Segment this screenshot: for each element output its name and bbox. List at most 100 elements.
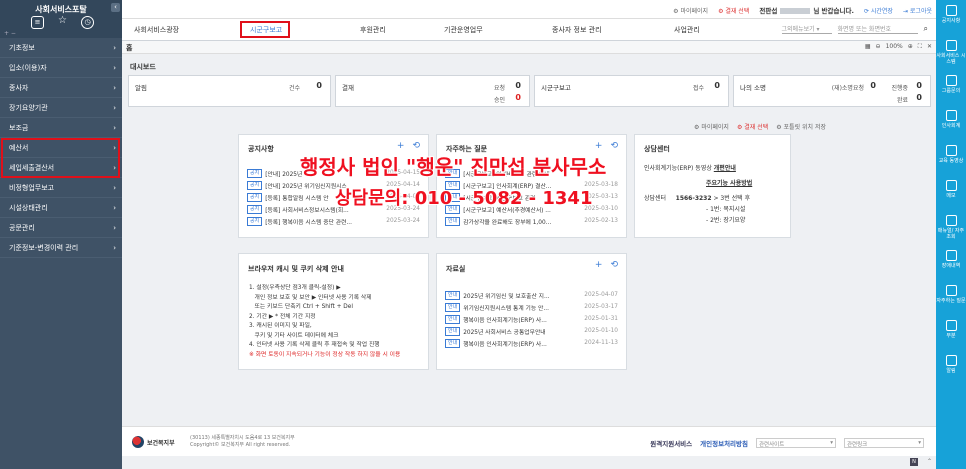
util-mypage[interactable]: ⚙ 마이페이지 bbox=[694, 122, 729, 131]
mypage-link[interactable]: ⚙ 마이페이지 bbox=[673, 6, 708, 15]
my-explanation-box[interactable]: 나의 소명 (재)소명요청 0 진행중 0 완료 0 bbox=[733, 75, 931, 107]
data-room-card: 자료실 + ⟲ 안내 2025년 위기임신 및 보호출산 지... 2025-04-0… bbox=[436, 253, 627, 370]
sidebar-item[interactable]: 장기요양기관 › bbox=[0, 98, 122, 118]
quick-menu-item[interactable]: 교육 동영상 bbox=[936, 145, 966, 164]
report-received-label: 접수 bbox=[692, 85, 704, 92]
zoom-out-icon[interactable]: ⊖ bbox=[876, 43, 881, 51]
privacy-policy-link[interactable]: 개인정보처리방침 bbox=[700, 438, 748, 448]
list-item[interactable]: 안내 2025년 사회서비스 공통업무안내 2025-01-10 bbox=[445, 325, 618, 337]
nav-item-social-plaza[interactable]: 사회서비스광장 bbox=[134, 25, 179, 35]
quick-menu-item[interactable]: 자주하는 질문 bbox=[936, 285, 966, 304]
quick-menu-item[interactable]: 인사회계 bbox=[936, 110, 966, 129]
instruction-line: 또는 키보드 단축키 Ctrl + Shift + Del bbox=[249, 304, 353, 310]
nav-item-business[interactable]: 사업관리 bbox=[674, 25, 700, 35]
quick-menu-item[interactable]: 공지사항 bbox=[936, 5, 966, 24]
session-extend-button[interactable]: ⟳ 시간연장 bbox=[864, 6, 893, 15]
consult-card: 상담센터 인사회계기능(ERP) 동영상 개편안내 주요기능 사용방법 상담센터… bbox=[634, 134, 791, 238]
menu-select[interactable]: 그외메뉴보기 ▾ bbox=[781, 24, 832, 34]
list-item[interactable]: 안내 위기임신지원시스템 통계 기능 안... 2025-03-17 bbox=[445, 301, 618, 313]
sidebar-item[interactable]: 공문관리 › bbox=[0, 218, 122, 238]
status-bar: N ⌃ bbox=[122, 456, 936, 469]
sidebar-item[interactable]: 비정형업무보고 › bbox=[0, 178, 122, 198]
related-site-select[interactable]: 관련사이트 ▾ bbox=[756, 438, 836, 448]
refresh-icon[interactable]: ⟲ bbox=[610, 141, 618, 151]
close-icon[interactable]: ✕ bbox=[927, 43, 932, 51]
list-item-title: 행복이음 인사회계기능(ERP) 사... bbox=[463, 341, 547, 348]
list-item[interactable]: 안내 행복이음 인사회계기능(ERP) 사... 2025-01-31 bbox=[445, 313, 618, 325]
instruction-line: ※ 화면 토동이 지속되거나 기능이 정상 작동 하지 않을 시 이용 bbox=[249, 351, 401, 358]
screen-search-input[interactable]: 화면명 또는 화면번호 bbox=[837, 24, 918, 34]
star-icon[interactable]: ☆ bbox=[56, 16, 69, 29]
remote-support-link[interactable]: 원격지원서비스 bbox=[650, 438, 692, 448]
nav-item-donation[interactable]: 후원관리 bbox=[360, 25, 386, 35]
quick-menu-item[interactable]: 메모 bbox=[936, 180, 966, 199]
sidebar-item[interactable]: 입소(이용)자 › bbox=[0, 58, 122, 78]
erp-guide-link[interactable]: 개편안내 bbox=[714, 165, 736, 172]
quick-menu-label: 장애내역 bbox=[941, 263, 961, 269]
sidebar-item-label: 장기요양기관 bbox=[9, 104, 48, 112]
list-item-date: 2025-03-24 bbox=[386, 218, 420, 224]
quick-menu-item[interactable]: 알림 bbox=[936, 355, 966, 374]
expand-collapse-toggle[interactable]: + − bbox=[4, 30, 16, 37]
approval-box[interactable]: 결재 요청 0 승인 0 bbox=[335, 75, 530, 107]
sidebar-item[interactable]: 보조금 › bbox=[0, 118, 122, 138]
tab-home[interactable]: 홈 bbox=[126, 43, 132, 53]
util-role[interactable]: ⚙ 결재 선택 bbox=[737, 122, 768, 131]
notice-icon bbox=[945, 5, 957, 16]
report-label: 시군구보고 bbox=[541, 84, 571, 92]
list-item[interactable]: 안내 2025년 위기임신 및 보호출산 지... 2025-04-07 bbox=[445, 289, 618, 301]
quick-menu-label: 그룹문의 bbox=[941, 88, 961, 94]
add-icon[interactable]: + bbox=[595, 260, 603, 270]
part-icon bbox=[945, 320, 957, 331]
in-progress-count: 0 bbox=[916, 81, 922, 90]
list-item[interactable]: 안내 감가상각을 완료해도 장부에 1,00... 2025-02-13 bbox=[445, 215, 618, 227]
clock-icon[interactable]: ◷ bbox=[81, 16, 94, 29]
quick-menu-item[interactable]: 그룹문의 bbox=[936, 75, 966, 94]
done-count: 0 bbox=[916, 93, 922, 102]
tag-badge: 안내 bbox=[445, 326, 461, 336]
sidebar-item[interactable]: 시설상태관리 › bbox=[0, 198, 122, 218]
util-save-layout[interactable]: ⚙ 포틀릿 위치 저장 bbox=[776, 122, 826, 131]
add-icon[interactable]: + bbox=[397, 141, 405, 151]
collapse-icon[interactable]: ‹ bbox=[111, 3, 120, 12]
list-item-date: 2025-02-13 bbox=[584, 218, 618, 224]
refresh-icon[interactable]: ⟲ bbox=[610, 260, 618, 270]
quick-menu-label: 메모 bbox=[946, 193, 956, 199]
quick-menu-item[interactable]: 부분 bbox=[936, 320, 966, 339]
list-item-title: 2025년 위기임신 및 보호출산 지... bbox=[463, 293, 550, 300]
nav-item-institution[interactable]: 기관운영업무 bbox=[444, 25, 483, 35]
role-select[interactable]: ⚙ 결재 선택 bbox=[718, 6, 749, 15]
list-item[interactable]: 안내 행복이음 인사회계기능(ERP) 사... 2024-11-13 bbox=[445, 337, 618, 349]
related-link-select[interactable]: 관련링크 ▾ bbox=[844, 438, 924, 448]
manual-icon bbox=[945, 215, 957, 226]
sidebar-item[interactable]: 기준정보-변경이력 관리 › bbox=[0, 238, 122, 258]
sidebar-item[interactable]: 기초정보 › bbox=[0, 38, 122, 58]
page-indicator: N bbox=[910, 458, 918, 466]
add-icon[interactable]: + bbox=[595, 141, 603, 151]
refresh-icon[interactable]: ⟲ bbox=[412, 141, 420, 151]
menu-icon[interactable]: ≡ bbox=[31, 16, 44, 29]
dashboard-title: 대시보드 bbox=[130, 63, 156, 71]
sidebar: 사회서비스포탈 ‹ ≡ ☆ ◷ + − 기초정보 › 입소(이용)자 › 종사자 › 장기요… bbox=[0, 0, 122, 469]
quick-menu-label: 인사회계 bbox=[941, 123, 961, 129]
list-item[interactable]: 공지 [등록] 행복이음 시스템 중단 관련... 2025-03-24 bbox=[247, 215, 420, 227]
feature-guide-link[interactable]: 주요기능 사용방법 bbox=[706, 180, 752, 187]
logout-button[interactable]: ⇥ 로그아웃 bbox=[903, 6, 932, 15]
nav-item-staff[interactable]: 종사자 정보 관리 bbox=[552, 25, 602, 35]
approval-request-count: 0 bbox=[515, 81, 521, 90]
notice-title: 공지사항 bbox=[248, 145, 274, 153]
scroll-up-icon[interactable]: ⌃ bbox=[927, 458, 932, 465]
fullscreen-icon[interactable]: ⛶ bbox=[918, 43, 922, 51]
chevron-right-icon: › bbox=[113, 184, 116, 192]
grid-icon[interactable]: ▦ bbox=[865, 43, 871, 51]
education-icon bbox=[945, 145, 957, 156]
alarm-box[interactable]: 알림 건수 0 bbox=[128, 75, 331, 107]
search-icon[interactable]: ⌕ bbox=[924, 24, 928, 34]
zoom-in-icon[interactable]: ⊕ bbox=[908, 43, 913, 51]
quick-menu-item[interactable]: 사회서비스 시스템 bbox=[936, 40, 966, 65]
quick-menu-item[interactable]: 매뉴얼/ 자주 조회 bbox=[936, 215, 966, 240]
quick-menu-item[interactable]: 장애내역 bbox=[936, 250, 966, 269]
list-item-date: 2025-03-17 bbox=[584, 304, 618, 310]
sidebar-item[interactable]: 종사자 › bbox=[0, 78, 122, 98]
report-box[interactable]: 시군구보고 접수 0 bbox=[534, 75, 729, 107]
